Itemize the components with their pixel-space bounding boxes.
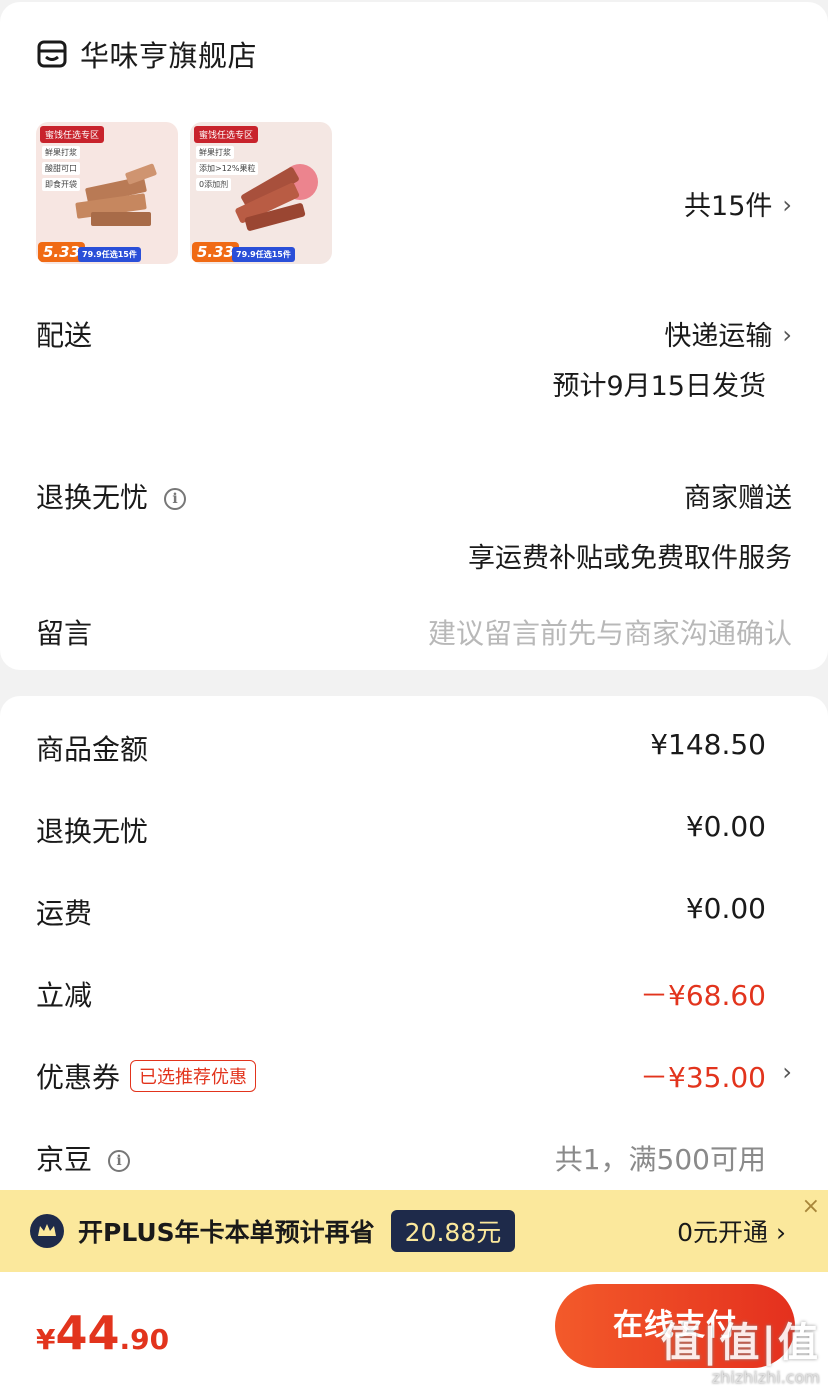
price-row-coupon[interactable]: 优惠券 已选推荐优惠 －¥35.00 › <box>36 1056 792 1096</box>
chevron-right-icon: › <box>782 191 792 219</box>
info-icon[interactable]: i <box>108 1150 131 1172</box>
plus-crown-icon <box>30 1214 64 1248</box>
price-summary-card: 商品金额 ¥148.50 退换无忧 ¥0.00 运费 ¥0.00 立减 －¥68… <box>0 696 828 1216</box>
return-worry-label: 退换无忧 <box>36 481 149 514</box>
plus-open-label: 0元开通 <box>677 1218 768 1247</box>
store-row[interactable]: 华味亨旗舰店 <box>36 32 257 76</box>
product-deal-label: 79.9任选15件 <box>78 247 141 262</box>
coupon-label: 优惠券 <box>36 1061 121 1094</box>
total-integer: 44 <box>55 1306 120 1360</box>
watermark-logo: 值|值|值 <box>660 1320 820 1366</box>
plus-promo-bar[interactable]: 开PLUS年卡本单预计再省 20.88元 0元开通 › × <box>0 1190 828 1272</box>
items-count: 共15件 <box>684 191 773 222</box>
jingdou-label-group: 京豆 i <box>36 1138 131 1178</box>
return-worry-row: 退换无忧 i <box>36 476 187 516</box>
product-tag: 蜜饯任选专区 <box>194 126 259 143</box>
snack-image <box>75 163 157 226</box>
coupon-value: －¥35.00 <box>640 1061 766 1094</box>
price-row-return: 退换无忧 ¥0.00 <box>36 810 792 850</box>
goods-amount-label: 商品金额 <box>36 733 149 766</box>
currency-symbol: ¥ <box>36 1323 56 1356</box>
snack-image <box>235 164 318 231</box>
info-icon[interactable]: i <box>164 488 187 510</box>
plus-save-amount: 20.88元 <box>390 1210 516 1252</box>
discount-label: 立减 <box>36 979 93 1012</box>
product-tag: 蜜饯任选专区 <box>40 126 105 143</box>
price-row-shipping: 运费 ¥0.00 <box>36 892 792 932</box>
watermark: 值|值|值 zhizhizhi.com <box>661 1310 820 1387</box>
delivery-method: 快递运输 <box>664 321 773 352</box>
checkout-bar: ¥44.90 在线支付 值|值|值 zhizhizhi.com <box>0 1272 828 1393</box>
product-feature: 鲜果打浆 <box>42 146 80 159</box>
chevron-right-icon: › <box>776 1218 786 1247</box>
chevron-right-icon: › <box>782 321 792 349</box>
return-worry-value: 商家赠送 <box>684 483 792 514</box>
product-feature: 鲜果打浆 <box>196 146 234 159</box>
product-thumbnail[interactable]: 蜜饯任选专区 鲜果打浆 添加>12%果粒 0添加剂 5.33 79.9任选15件 <box>190 122 332 264</box>
return-worry-desc: 享运费补贴或免费取件服务 <box>468 543 792 574</box>
return-fee-value: ¥0.00 <box>685 810 766 843</box>
items-count-link[interactable]: 共15件 › <box>684 184 792 223</box>
product-thumbnail[interactable]: 蜜饯任选专区 鲜果打浆 酸甜可口 即食开袋 5.33 79.9任选15件 <box>36 122 178 264</box>
message-label: 留言 <box>36 617 93 650</box>
return-fee-label: 退换无忧 <box>36 815 149 848</box>
price-row-goods: 商品金额 ¥148.50 <box>36 728 792 768</box>
order-info-card: 华味亨旗舰店 蜜饯任选专区 鲜果打浆 酸甜可口 即食开袋 5.33 79.9任选… <box>0 2 828 670</box>
chevron-right-icon: › <box>782 1058 792 1086</box>
price-row-discount: 立减 －¥68.60 <box>36 974 792 1014</box>
jingdou-value: 共1，满500可用 <box>554 1143 766 1176</box>
plus-promo-text: 开PLUS年卡本单预计再省 <box>78 1218 375 1247</box>
total-price: ¥44.90 <box>36 1306 169 1360</box>
total-decimal: .90 <box>119 1323 170 1356</box>
store-name: 华味亨旗舰店 <box>80 39 258 73</box>
product-deal-label: 79.9任选15件 <box>232 247 295 262</box>
goods-amount-value: ¥148.50 <box>650 728 766 761</box>
price-row-jingdou: 京豆 i 共1，满500可用 <box>36 1138 792 1178</box>
coupon-badge: 已选推荐优惠 <box>130 1060 257 1092</box>
message-input[interactable]: 建议留言前先与商家沟通确认 <box>428 612 792 652</box>
store-icon <box>37 40 67 68</box>
jingdou-label: 京豆 <box>36 1143 93 1176</box>
shipping-label: 运费 <box>36 897 93 930</box>
coupon-label-group: 优惠券 已选推荐优惠 <box>36 1056 257 1096</box>
delivery-method-link[interactable]: 快递运输 › <box>664 314 792 353</box>
shipping-value: ¥0.00 <box>685 892 766 925</box>
watermark-domain: zhizhizhi.com <box>711 1368 820 1387</box>
plus-open-link[interactable]: 0元开通 › <box>677 1213 786 1249</box>
close-icon[interactable]: × <box>802 1194 820 1219</box>
discount-value: －¥68.60 <box>640 979 766 1012</box>
delivery-eta: 预计9月15日发货 <box>552 371 766 402</box>
delivery-label: 配送 <box>36 319 93 352</box>
